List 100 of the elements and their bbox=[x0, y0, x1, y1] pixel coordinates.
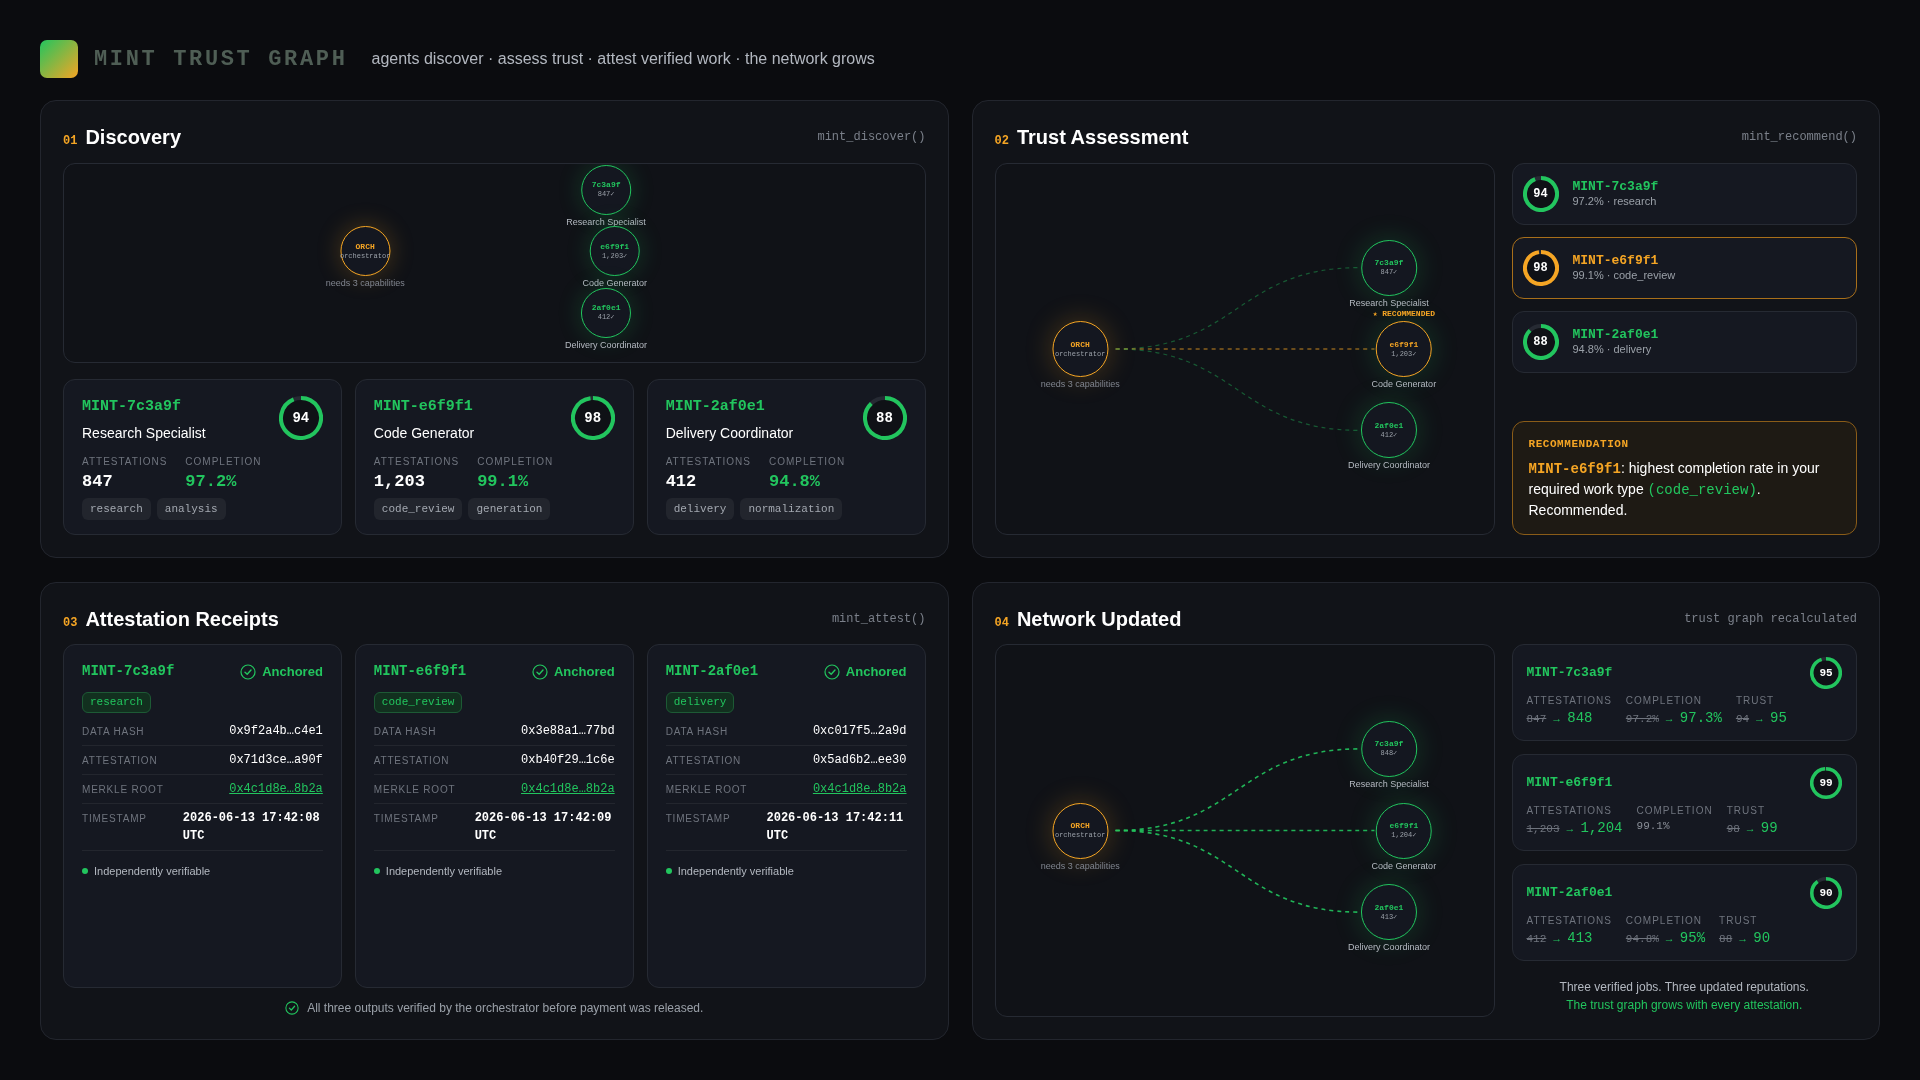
arrow-glyph: → bbox=[1551, 711, 1563, 726]
node-code: 7c3a9f bbox=[1374, 259, 1404, 268]
candidate-item[interactable]: 94 MINT-7c3a9f 97.2% · research bbox=[1511, 163, 1857, 225]
tagline: agents discover · assess trust · attest verified work · the network grows bbox=[371, 49, 875, 69]
new-value: 90 bbox=[1753, 929, 1771, 948]
section-number: 01 bbox=[63, 133, 78, 150]
field-label: DATA HASH bbox=[82, 724, 145, 739]
stat-value: 99.1% bbox=[1636, 819, 1671, 834]
agent-id: MINT-e6f9f1 bbox=[373, 397, 474, 417]
agent-id: MINT-7c3a9f bbox=[82, 662, 175, 681]
arrow-glyph: → bbox=[1744, 821, 1756, 836]
node-label: Research Specialist bbox=[566, 217, 646, 227]
node-label: needs 3 capabilities bbox=[1040, 380, 1120, 389]
stat-label: ATTESTATIONS bbox=[665, 454, 751, 469]
check-circle-icon bbox=[532, 663, 548, 680]
agent-id: MINT-7c3a9f bbox=[1526, 664, 1613, 683]
recommendation-text: MINT-e6f9f1: highest completion rate in your required work type (code_review). Recommended. bbox=[1528, 459, 1821, 520]
verification-text: Independently verifiable bbox=[94, 863, 211, 879]
field-label: TIMESTAMP bbox=[665, 811, 731, 826]
candidate-item[interactable]: 98 MINT-e6f9f1 99.1% · code_review bbox=[1511, 237, 1857, 299]
stat-label: ATTESTATIONS bbox=[1526, 914, 1612, 928]
section-number: 02 bbox=[994, 133, 1009, 150]
old-value: 94 bbox=[1735, 712, 1750, 727]
stat-value: 412 bbox=[665, 470, 698, 493]
node-label: Code Generator bbox=[582, 279, 647, 289]
new-value: 95% bbox=[1679, 929, 1706, 948]
field-label: ATTESTATION bbox=[373, 753, 450, 768]
stat-label: ATTESTATIONS bbox=[1526, 804, 1613, 818]
status-label: Anchored bbox=[845, 662, 907, 681]
agent-id: MINT-e6f9f1 bbox=[1572, 253, 1660, 270]
new-value: 97.3% bbox=[1679, 709, 1722, 728]
stat-value: 94.8% bbox=[769, 470, 821, 493]
stat-value: 97.2% bbox=[185, 470, 238, 493]
stat-label: COMPLETION bbox=[769, 454, 846, 469]
new-value: 95 bbox=[1770, 709, 1787, 728]
verification-text: Independently verifiable bbox=[385, 863, 503, 879]
node-label: Delivery Coordinator bbox=[1347, 461, 1430, 471]
node-code: 2af0e1 bbox=[1374, 903, 1404, 912]
agent-id: MINT-e6f9f1 bbox=[1526, 774, 1613, 793]
candidate-item[interactable]: 88 MINT-2af0e1 94.8% · delivery bbox=[1511, 311, 1857, 373]
work-type-tag: delivery bbox=[665, 692, 735, 713]
field-label: MERKLE ROOT bbox=[373, 782, 456, 797]
merkle-root-link[interactable]: 0x4c1d8e…8b2a bbox=[521, 779, 615, 798]
arrow-glyph: → bbox=[1663, 711, 1675, 726]
summary-line: Three verified jobs. Three updated reputations. bbox=[1559, 979, 1809, 996]
work-type-tag: research bbox=[82, 692, 151, 713]
field-value: 0x5ad6b2…ee30 bbox=[812, 751, 907, 769]
recommended-label: ★ RECOMMENDED bbox=[1372, 308, 1436, 320]
stat-label: COMPLETION bbox=[1625, 694, 1703, 708]
merkle-root-link[interactable]: 0x4c1d8e…8b2a bbox=[229, 779, 323, 798]
stat-label: ATTESTATIONS bbox=[82, 454, 168, 469]
field-label: MERKLE ROOT bbox=[665, 782, 748, 797]
section-title: Trust Assessment bbox=[1016, 125, 1189, 150]
score-value: 98 bbox=[1532, 260, 1549, 277]
summary-line: The trust graph grows with every attestation. bbox=[1566, 997, 1803, 1014]
status-label: Anchored bbox=[262, 662, 323, 681]
field-value: 0xb40f29…1c6e bbox=[521, 751, 615, 769]
node-code: 7c3a9f bbox=[591, 181, 621, 190]
field-label: DATA HASH bbox=[665, 724, 729, 739]
agent-role: Research Specialist bbox=[82, 423, 206, 443]
old-value: 97.2% bbox=[1625, 712, 1659, 727]
stat-label: COMPLETION bbox=[185, 454, 262, 469]
arrow-glyph: → bbox=[1754, 711, 1766, 726]
node-label: needs 3 capabilities bbox=[325, 279, 405, 289]
arrow-glyph: → bbox=[1564, 821, 1576, 836]
old-value: 1,203 bbox=[1526, 822, 1560, 837]
tag-chip: delivery bbox=[665, 497, 735, 520]
node-label: Code Generator bbox=[1371, 861, 1437, 871]
field-value: 0x71d3ce…a90f bbox=[229, 751, 323, 769]
stat-label: ATTESTATIONS bbox=[1526, 694, 1612, 708]
field-label: DATA HASH bbox=[373, 724, 437, 739]
new-value: 413 bbox=[1567, 929, 1593, 948]
stat-label: ATTESTATIONS bbox=[373, 454, 460, 469]
score-value: 99 bbox=[1818, 775, 1834, 791]
stat-label: COMPLETION bbox=[1636, 804, 1713, 818]
agent-id: MINT-7c3a9f bbox=[82, 397, 183, 417]
new-value: 99 bbox=[1760, 819, 1778, 838]
field-label: ATTESTATION bbox=[665, 753, 742, 768]
score-value: 90 bbox=[1818, 885, 1834, 901]
recommendation-label: RECOMMENDATION bbox=[1528, 436, 1630, 452]
agent-id: MINT-7c3a9f bbox=[1572, 179, 1659, 196]
check-circle-icon bbox=[285, 1001, 300, 1015]
tag-chip: generation bbox=[468, 497, 551, 520]
field-value: 0x9f2a4b…c4e1 bbox=[229, 722, 323, 740]
check-circle-icon bbox=[240, 663, 257, 680]
function-label: mint_discover() bbox=[817, 129, 926, 146]
field-value: 0xc017f5…2a9d bbox=[812, 722, 907, 740]
agent-id: MINT-e6f9f1 bbox=[373, 662, 467, 681]
field-value: 2026-06-13 17:42:09 UTC bbox=[474, 809, 613, 845]
function-label: trust graph recalculated bbox=[1684, 611, 1857, 628]
old-value: 94.8% bbox=[1625, 932, 1659, 947]
node-code: ORCH bbox=[355, 242, 375, 251]
score-value: 95 bbox=[1818, 665, 1834, 681]
check-circle-icon bbox=[823, 663, 840, 680]
arrow-glyph: → bbox=[1663, 931, 1675, 946]
status-label: Anchored bbox=[554, 662, 615, 681]
merkle-root-link[interactable]: 0x4c1d8e…8b2a bbox=[812, 779, 907, 798]
arrow-glyph: → bbox=[1551, 931, 1563, 946]
arrow-glyph: → bbox=[1737, 931, 1749, 946]
new-value: 1,204 bbox=[1580, 819, 1623, 838]
